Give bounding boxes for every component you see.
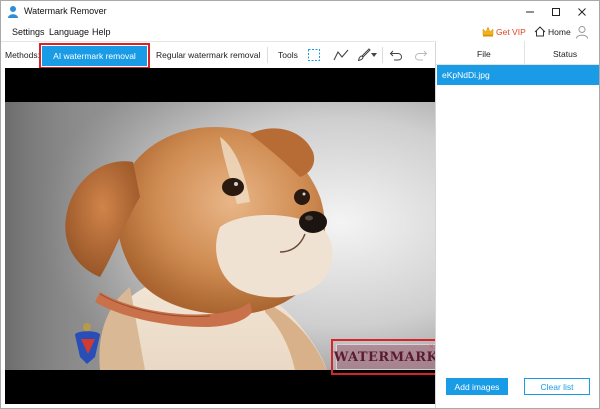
methods-label: Methods: <box>5 50 40 60</box>
undo-icon <box>389 50 403 61</box>
toolbar: Methods: AI watermark removal Regular wa… <box>1 41 434 69</box>
home-button[interactable]: Home <box>534 26 571 37</box>
file-list-item[interactable]: eKpNdDi.jpg <box>437 65 599 85</box>
brush-size-dropdown[interactable] <box>369 47 379 63</box>
file-name: eKpNdDi.jpg <box>442 70 490 80</box>
redo-icon <box>414 50 428 61</box>
rectangle-select-tool[interactable] <box>305 47 323 63</box>
file-panel: File Status eKpNdDi.jpg Add images Clear… <box>435 41 599 408</box>
clear-list-button[interactable]: Clear list <box>524 378 590 395</box>
app-window: Watermark Remover Settings Language Help… <box>0 0 600 409</box>
close-icon <box>578 8 586 16</box>
menu-bar: Settings Language Help Get VIP Home <box>1 23 599 41</box>
minimize-button[interactable] <box>517 3 543 21</box>
get-vip-label: Get VIP <box>496 26 526 37</box>
watermark-text: WATERMARK <box>333 349 435 365</box>
menu-help[interactable]: Help <box>92 27 111 37</box>
app-person-icon <box>8 6 18 18</box>
maximize-icon <box>552 8 560 16</box>
menu-language[interactable]: Language <box>49 27 89 37</box>
image-canvas[interactable]: WATERMARK × <box>5 68 435 404</box>
polyline-icon <box>333 49 349 61</box>
undo-button[interactable] <box>387 47 405 63</box>
column-divider <box>524 41 525 65</box>
home-icon <box>534 26 546 37</box>
column-status: Status <box>553 49 578 59</box>
redo-button[interactable] <box>412 47 430 63</box>
tab-ai-watermark-removal[interactable]: AI watermark removal <box>42 46 147 66</box>
file-list-header: File Status <box>436 41 599 65</box>
crown-icon <box>482 26 494 37</box>
home-label: Home <box>548 26 571 37</box>
menu-settings[interactable]: Settings <box>12 27 45 37</box>
polyline-tool[interactable] <box>332 47 350 63</box>
minimize-icon <box>526 11 534 13</box>
caret-down-icon <box>371 53 377 57</box>
tab-regular-watermark-removal[interactable]: Regular watermark removal <box>156 50 260 60</box>
close-button[interactable] <box>569 3 595 21</box>
user-icon[interactable] <box>575 25 589 39</box>
watermark-selection-box[interactable]: WATERMARK <box>333 344 435 370</box>
title-bar: Watermark Remover <box>1 1 599 23</box>
window-title: Watermark Remover <box>24 6 107 16</box>
add-images-button[interactable]: Add images <box>446 378 508 395</box>
rectangle-select-icon <box>308 49 320 61</box>
column-file: File <box>477 49 491 59</box>
toolbar-divider <box>267 47 268 63</box>
dog-photo <box>5 102 435 370</box>
tools-label: Tools <box>278 50 298 60</box>
get-vip-button[interactable]: Get VIP <box>482 26 526 37</box>
toolbar-divider <box>382 47 383 63</box>
maximize-button[interactable] <box>543 3 569 21</box>
